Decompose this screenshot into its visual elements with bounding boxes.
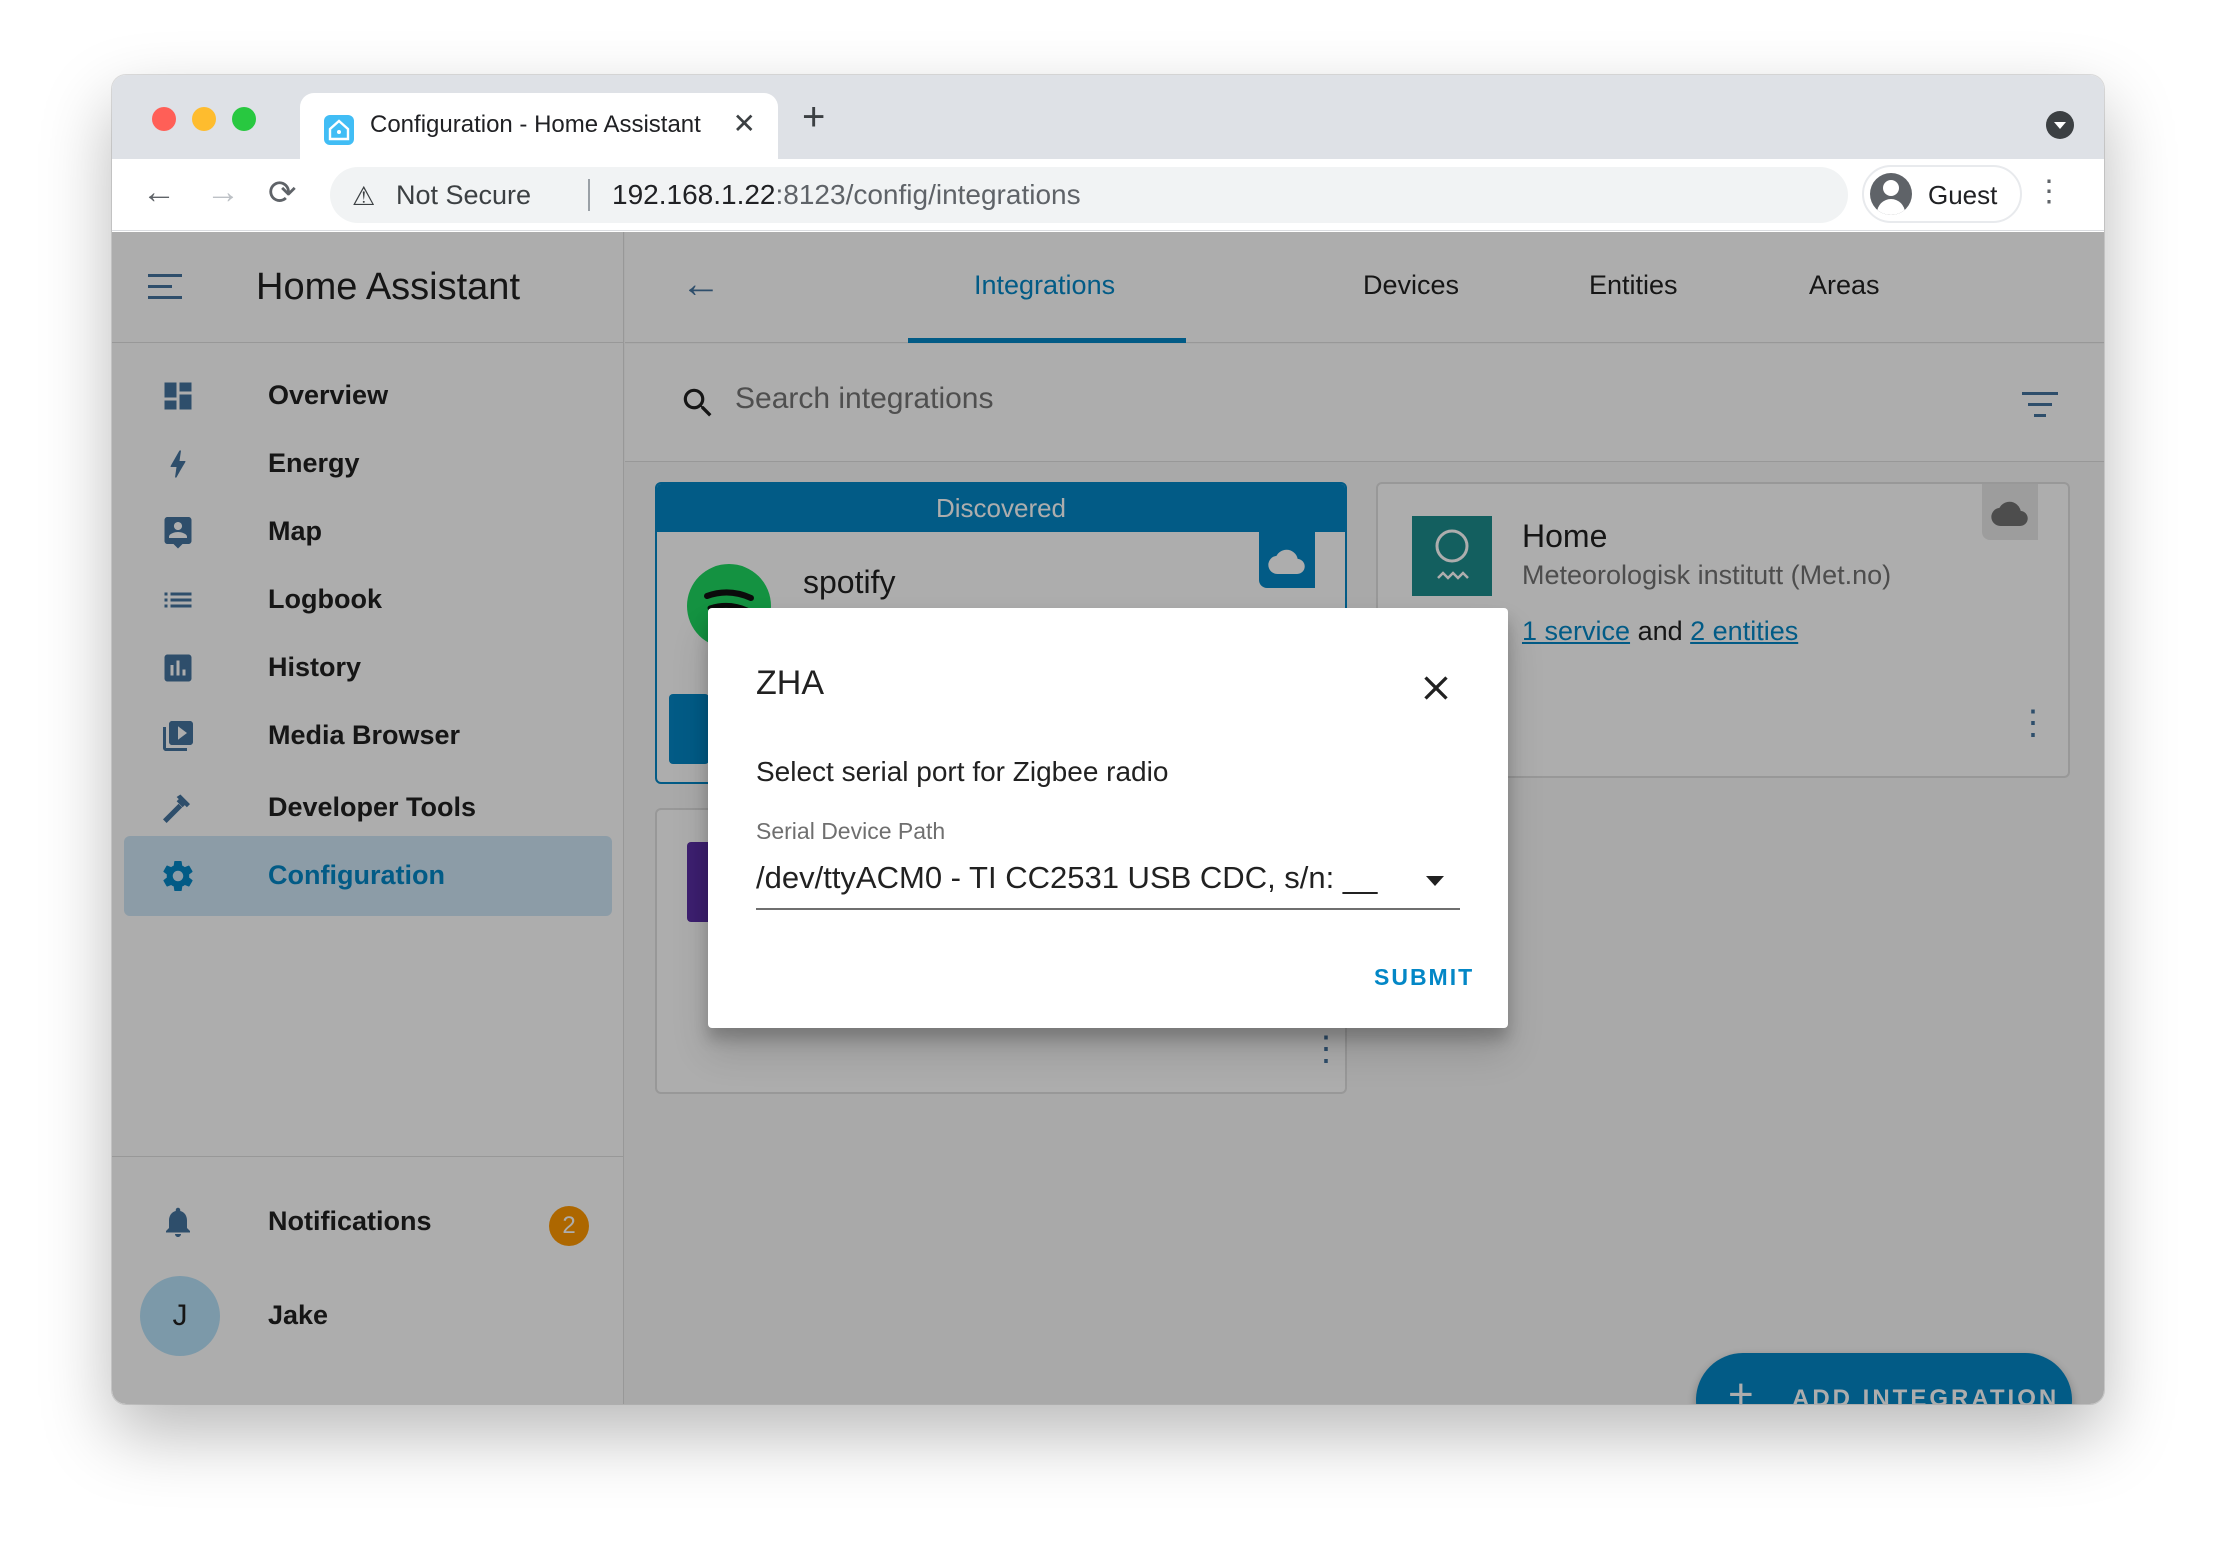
url-host: 192.168.1.22	[612, 179, 776, 210]
dropdown-arrow-icon	[1426, 876, 1444, 886]
url-path: :8123/config/integrations	[775, 179, 1081, 210]
zha-dialog: ZHA Select serial port for Zigbee radio …	[708, 608, 1508, 1028]
browser-window: Configuration - Home Assistant ✕ + ← → ⟳…	[112, 75, 2104, 1404]
browser-menu-icon[interactable]: ⋮	[2034, 177, 2064, 207]
url-text[interactable]: 192.168.1.22:8123/config/integrations	[612, 179, 1081, 211]
serial-path-value: /dev/ttyACM0 - TI CC2531 USB CDC, s/n: _…	[756, 860, 1378, 895]
home-assistant-favicon-icon	[324, 115, 354, 145]
close-icon[interactable]	[1416, 668, 1456, 708]
serial-path-select[interactable]: /dev/ttyACM0 - TI CC2531 USB CDC, s/n: _…	[756, 856, 1460, 910]
profile-label: Guest	[1928, 180, 1998, 210]
omnibox-separator	[588, 179, 590, 211]
serial-path-label: Serial Device Path	[756, 818, 946, 844]
profile-avatar-icon	[1870, 173, 1912, 215]
reload-icon[interactable]: ⟳	[268, 173, 297, 213]
minimize-window-button[interactable]	[192, 107, 216, 131]
browser-toolbar: ← → ⟳ ⚠ Not Secure 192.168.1.22:8123/con…	[112, 159, 2104, 231]
tab-search-icon[interactable]	[2046, 111, 2074, 139]
tab-title: Configuration - Home Assistant	[370, 111, 701, 138]
new-tab-button[interactable]: +	[802, 95, 825, 140]
forward-icon[interactable]: →	[206, 173, 240, 212]
profile-button[interactable]: Guest	[1862, 165, 2022, 223]
security-label[interactable]: Not Secure	[396, 180, 531, 211]
back-icon[interactable]: ←	[142, 173, 176, 212]
close-window-button[interactable]	[152, 107, 176, 131]
dialog-title: ZHA	[756, 664, 824, 702]
warning-icon: ⚠	[352, 181, 376, 211]
tab-strip: Configuration - Home Assistant ✕ +	[112, 75, 2104, 159]
submit-button[interactable]: SUBMIT	[1374, 964, 1474, 991]
maximize-window-button[interactable]	[232, 107, 256, 131]
browser-tab[interactable]: Configuration - Home Assistant ✕	[300, 93, 778, 159]
address-bar[interactable]: ⚠ Not Secure 192.168.1.22:8123/config/in…	[330, 167, 1848, 223]
close-tab-icon[interactable]: ✕	[733, 107, 756, 140]
dialog-description: Select serial port for Zigbee radio	[756, 756, 1169, 787]
